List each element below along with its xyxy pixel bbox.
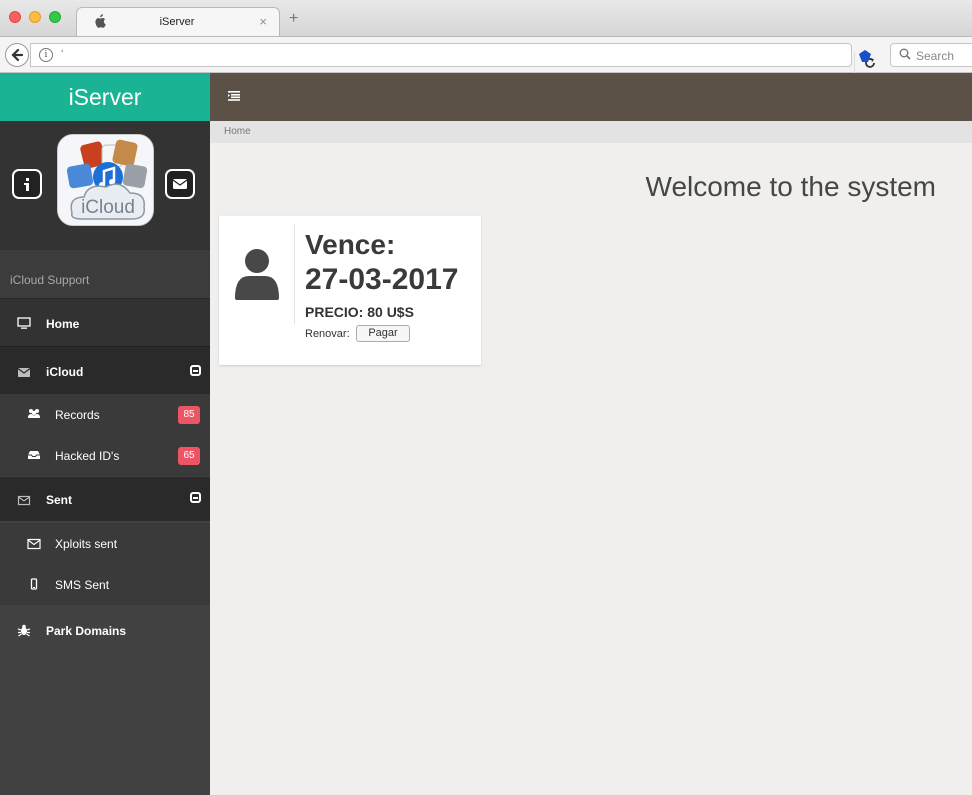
url-text: ‘ <box>61 48 64 60</box>
expiry-date: 27-03-2017 <box>305 263 459 296</box>
browser-tab-bar: iServer × + <box>0 0 972 36</box>
info-icon <box>24 178 29 191</box>
subscription-card: Vence: 27-03-2017 PRECIO: 80 U$S Renovar… <box>219 216 481 365</box>
sidebar-item-park-domains[interactable]: Park Domains <box>0 609 210 653</box>
sidebar-item-home[interactable]: Home <box>0 298 210 346</box>
pay-button[interactable]: Pagar <box>356 325 410 342</box>
info-button[interactable] <box>12 169 42 199</box>
sidebar-item-label: Park Domains <box>46 624 127 638</box>
expiry-label: Vence: <box>305 229 396 260</box>
renew-label: Renovar: <box>305 328 350 340</box>
tab-title: iServer <box>159 16 195 28</box>
search-placeholder: Search <box>916 49 955 63</box>
support-label: iCloud Support <box>10 273 90 287</box>
users-icon <box>28 409 40 418</box>
menu-toggle-icon[interactable] <box>228 91 240 101</box>
apple-icon <box>95 14 106 28</box>
icloud-app-icon: iCloud <box>57 134 154 226</box>
sidebar-item-label: Sent <box>46 493 73 507</box>
sidebar-item-label: Records <box>55 408 100 422</box>
inbox-icon <box>28 451 40 459</box>
sidebar: iServer iCloud iCloud Support Home iClou… <box>0 73 210 795</box>
card-divider <box>294 224 295 324</box>
envelope-icon <box>172 179 188 189</box>
envelope-icon <box>17 368 31 377</box>
breadcrumb-bar: Home <box>210 121 972 143</box>
sidebar-item-xploits-sent[interactable]: Xploits sent <box>0 523 210 564</box>
close-window-button[interactable] <box>9 11 21 23</box>
profile-panel: iCloud <box>0 121 210 249</box>
user-icon <box>235 249 279 300</box>
icloud-icon-text: iCloud <box>81 197 135 218</box>
back-button[interactable] <box>5 43 29 67</box>
address-bar[interactable]: i ‘ <box>30 43 875 76</box>
sidebar-item-label: Home <box>46 317 80 331</box>
browser-toolbar: i ‘ Search <box>0 36 972 76</box>
hacked-ids-count-badge: 65 <box>178 447 200 465</box>
monitor-icon <box>17 317 31 329</box>
top-navbar <box>210 73 972 121</box>
sidebar-item-label: iCloud <box>46 365 84 379</box>
sidebar-item-label: Hacked ID's <box>55 449 120 463</box>
sidebar-item-sms-sent[interactable]: SMS Sent <box>0 564 210 605</box>
search-input[interactable]: Search <box>890 43 972 67</box>
envelope-outline-icon <box>27 538 41 550</box>
main-content: Welcome to the system Vence: 27-03-2017 … <box>210 143 972 795</box>
minimize-window-button[interactable] <box>29 11 41 23</box>
close-tab-icon[interactable]: × <box>259 14 267 29</box>
sidebar-item-sent[interactable]: Sent <box>0 477 210 521</box>
browser-tab[interactable]: iServer × <box>76 7 280 36</box>
mail-button[interactable] <box>165 169 195 199</box>
search-icon <box>899 48 911 60</box>
maximize-window-button[interactable] <box>49 11 61 23</box>
sidebar-item-label: Xploits sent <box>55 537 118 551</box>
page-title: Welcome to the system <box>645 171 936 202</box>
info-icon[interactable]: i <box>39 48 53 62</box>
bug-icon <box>17 624 31 637</box>
mobile-phone-icon <box>30 578 38 590</box>
price-text: PRECIO: 80 U$S <box>305 304 414 320</box>
sidebar-item-hacked-ids[interactable]: Hacked ID's 65 <box>0 435 210 476</box>
sidebar-item-icloud[interactable]: iCloud <box>0 346 210 394</box>
new-tab-button[interactable]: + <box>289 11 298 27</box>
collapse-icon[interactable] <box>190 492 201 503</box>
records-count-badge: 85 <box>178 406 200 424</box>
breadcrumb[interactable]: Home <box>224 126 251 137</box>
collapse-icon[interactable] <box>190 365 201 376</box>
sidebar-item-label: SMS Sent <box>55 578 110 592</box>
sidebar-item-records[interactable]: Records 85 <box>0 394 210 435</box>
envelope-outline-icon <box>17 495 31 506</box>
brand-title[interactable]: iServer <box>0 73 210 121</box>
back-arrow-icon <box>11 48 24 62</box>
extension-icon[interactable] <box>859 50 871 62</box>
